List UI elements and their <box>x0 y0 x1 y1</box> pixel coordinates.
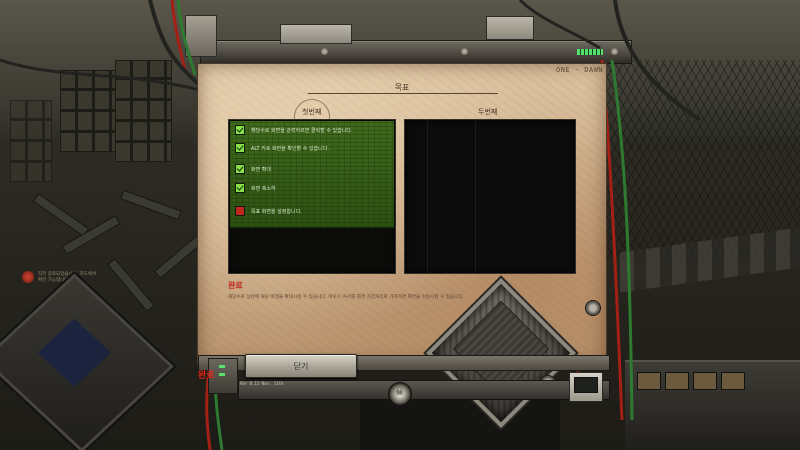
objective-list[interactable]: 해당수로 화면을 강력하르면 클릭할 수 있습니다. ALT 키로 화면을 확인… <box>228 119 396 274</box>
objective-item-1[interactable]: 해당수로 화면을 강력하르면 클릭할 수 있습니다. <box>235 125 353 135</box>
game-scene: 작전 종료되었습니다. 지도에서 확인 가능합니다. 목표 첫번째 두번째 해당… <box>0 0 800 450</box>
checkbox-unchecked-icon[interactable] <box>235 206 245 216</box>
checkbox-icon[interactable] <box>235 125 245 135</box>
skull-icon: ☠ <box>395 387 404 398</box>
objective-item-5[interactable]: 목표 화면을 설정합니다. <box>235 206 302 216</box>
close-button[interactable]: 닫기 <box>245 354 357 378</box>
checkbox-icon[interactable] <box>235 143 245 153</box>
objective-item-3[interactable]: 화면 확대 <box>235 164 271 174</box>
led-icon <box>219 365 225 368</box>
section-description: 해당수로 상관에 해당 비행을 확대시킬 수 있습니다. 마우스 커서를 화면 … <box>228 295 465 300</box>
bottom-bar <box>238 380 610 400</box>
version-tiny-text: Ver 0.11 Nov. 11th <box>240 381 284 386</box>
status-tag: 완료 <box>198 371 215 381</box>
objective-text: 목표 화면을 설정합니다. <box>251 208 302 215</box>
cable-dark <box>518 0 601 50</box>
objectives-panel: 목표 첫번째 두번째 해당수로 화면을 강력하르면 클릭할 수 있습니다. AL… <box>197 63 607 365</box>
checkbox-icon[interactable] <box>235 164 245 174</box>
cable-dark <box>613 0 702 122</box>
col2-label: 두번째 <box>478 108 498 116</box>
cable-dark <box>0 58 201 92</box>
objective-detail-view <box>404 119 576 274</box>
section-title: 완료 <box>228 281 243 290</box>
objective-text: ALT 키로 화면을 확인할 수 있습니다. <box>251 145 329 152</box>
panel-title: 목표 <box>394 83 410 92</box>
objective-item-2[interactable]: ALT 키로 화면을 확인할 수 있습니다. <box>235 143 329 153</box>
title-divider <box>308 93 498 94</box>
led-icon <box>219 373 225 376</box>
objective-text: 화면 확대 <box>251 166 271 173</box>
objective-item-4[interactable]: 화면 축소하 <box>235 183 276 193</box>
objective-text: 해당수로 화면을 강력하르면 클릭할 수 있습니다. <box>251 127 353 134</box>
skull-emblem: ☠ <box>388 382 412 406</box>
checkbox-icon[interactable] <box>235 183 245 193</box>
gear-icon <box>585 300 601 316</box>
brand-text: ONE · DAWN <box>556 66 604 74</box>
right-monitor <box>569 372 603 402</box>
objective-text: 화면 축소하 <box>251 185 276 192</box>
monitor-screen <box>574 377 598 393</box>
col1-label: 첫번째 <box>302 108 322 116</box>
